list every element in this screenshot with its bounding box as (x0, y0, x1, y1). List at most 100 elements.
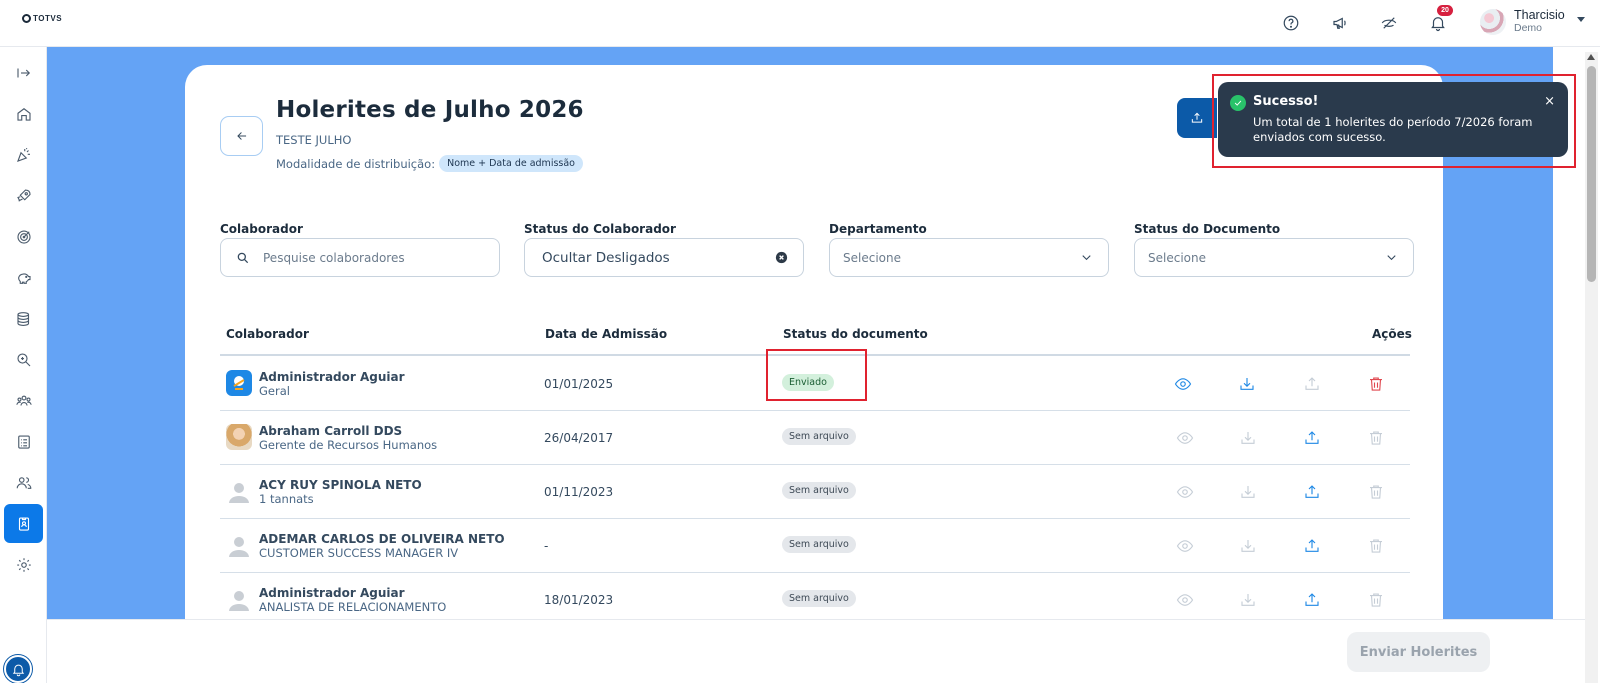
gear-icon[interactable] (4, 545, 43, 584)
toast-title: Sucesso! (1253, 94, 1319, 109)
piggy-bank-icon[interactable] (4, 258, 43, 297)
admission-date: 18/01/2023 (544, 593, 614, 607)
trash-icon[interactable] (1366, 590, 1386, 610)
company-avatar (226, 370, 252, 396)
highlight-enviado (766, 349, 867, 401)
checklist-icon[interactable] (4, 422, 43, 461)
upload-icon[interactable] (1302, 536, 1322, 556)
user-role: Demo (1514, 22, 1543, 34)
table-row: ADEMAR CARLOS DE OLIVEIRA NETO CUSTOMER … (220, 519, 1410, 572)
chat-help-icon[interactable] (4, 655, 32, 683)
avatar-placeholder-icon (226, 478, 252, 504)
collaborator-filter-label: Colaborador (220, 222, 303, 236)
back-button[interactable] (220, 116, 263, 156)
admission-date: - (544, 539, 549, 553)
totvs-logo[interactable]: TOTVS (22, 14, 62, 23)
view-icon[interactable] (1175, 590, 1195, 610)
bell-icon[interactable] (1428, 13, 1448, 33)
clear-icon[interactable] (774, 250, 789, 265)
document-status-select[interactable]: Selecione (1134, 238, 1414, 277)
download-icon[interactable] (1238, 428, 1258, 448)
upload-icon[interactable] (1302, 428, 1322, 448)
column-header-collaborator: Colaborador (226, 327, 309, 341)
collaborator-search-field[interactable]: Pesquise colaboradores (220, 238, 500, 277)
table-row: Abraham Carroll DDS Gerente de Recursos … (220, 411, 1410, 464)
megaphone-icon[interactable] (1330, 13, 1350, 33)
status-badge: Sem arquivo (782, 536, 856, 553)
trash-icon[interactable] (1366, 374, 1386, 394)
table-row: ACY RUY SPINOLA NETO 1 tannats 01/11/202… (220, 465, 1410, 518)
badge-icon[interactable] (4, 504, 43, 543)
download-icon[interactable] (1238, 590, 1258, 610)
expand-sidebar-icon[interactable] (4, 53, 43, 92)
chevron-down-icon (1082, 255, 1091, 261)
trash-icon[interactable] (1366, 536, 1386, 556)
scrollbar[interactable] (1585, 52, 1598, 683)
upload-icon (1191, 112, 1203, 123)
collaborator-role: CUSTOMER SUCCESS MANAGER IV (259, 546, 459, 560)
collaborator-name: ADEMAR CARLOS DE OLIVEIRA NETO (259, 532, 505, 546)
admission-date: 01/01/2025 (544, 377, 614, 391)
logo-ring-icon (22, 14, 31, 23)
team-icon[interactable] (4, 381, 43, 420)
people-icon[interactable] (4, 463, 43, 502)
collaborator-role: Gerente de Recursos Humanos (259, 438, 438, 452)
status-badge: Sem arquivo (782, 428, 856, 445)
chevron-down-icon (1387, 255, 1396, 261)
view-icon[interactable] (1175, 536, 1195, 556)
arrow-left-icon (236, 132, 246, 140)
view-icon[interactable] (1173, 374, 1193, 394)
close-icon[interactable]: × (1544, 94, 1555, 109)
upload-icon[interactable] (1302, 590, 1322, 610)
collaborator-status-value: Ocultar Desligados (542, 249, 670, 266)
document-status-label: Status do Documento (1134, 222, 1281, 236)
target-icon[interactable] (4, 217, 43, 256)
collaborator-photo (226, 424, 252, 450)
database-icon[interactable] (4, 299, 43, 338)
department-select[interactable]: Selecione (829, 238, 1109, 277)
trash-icon[interactable] (1366, 482, 1386, 502)
download-icon[interactable] (1238, 536, 1258, 556)
page-title: Holerites de Julho 2026 (276, 97, 584, 123)
upload-button[interactable] (1177, 98, 1217, 138)
view-icon[interactable] (1175, 428, 1195, 448)
search-placeholder: Pesquise colaboradores (263, 250, 405, 265)
view-icon[interactable] (1175, 482, 1195, 502)
zoom-search-icon[interactable] (4, 340, 43, 379)
collaborator-status-select[interactable]: Ocultar Desligados (524, 238, 804, 277)
collaborator-status-label: Status do Colaborador (524, 222, 676, 236)
eye-off-icon[interactable] (1379, 13, 1399, 33)
party-icon[interactable] (4, 135, 43, 174)
user-name: Tharcisio (1514, 8, 1565, 22)
avatar-placeholder-icon (226, 586, 252, 612)
trash-icon[interactable] (1366, 428, 1386, 448)
scroll-thumb[interactable] (1587, 66, 1596, 282)
toast-message: Um total de 1 holerites do período 7/202… (1253, 115, 1533, 144)
collaborator-name: ACY RUY SPINOLA NETO (259, 478, 422, 492)
notification-badge: 20 (1437, 5, 1453, 16)
collaborator-name: Administrador Aguiar (259, 586, 405, 600)
collaborator-role: Geral (259, 384, 290, 398)
column-header-actions: Ações (1372, 327, 1412, 341)
user-menu[interactable]: Tharcisio Demo (1480, 9, 1585, 35)
send-payslips-button[interactable]: Enviar Holerites (1347, 632, 1490, 672)
home-icon[interactable] (4, 94, 43, 133)
caret-down-icon (1576, 16, 1585, 22)
rocket-icon[interactable] (4, 176, 43, 215)
column-header-doc-status: Status do documento (783, 327, 928, 341)
help-icon[interactable] (1281, 13, 1301, 33)
upload-icon[interactable] (1302, 482, 1322, 502)
success-check-icon (1230, 95, 1246, 111)
download-icon[interactable] (1238, 482, 1258, 502)
modality-chip: Nome + Data de admissão (439, 155, 583, 172)
admission-date: 01/11/2023 (544, 485, 614, 499)
department-label: Departamento (829, 222, 927, 236)
sidebar (0, 47, 47, 683)
scroll-up-icon[interactable] (1587, 54, 1595, 60)
user-avatar (1480, 9, 1506, 35)
avatar-placeholder-icon (226, 532, 252, 558)
upload-icon[interactable] (1302, 374, 1322, 394)
column-header-admission: Data de Admissão (545, 327, 668, 341)
download-icon[interactable] (1237, 374, 1257, 394)
page-subtitle: TESTE JULHO (276, 133, 352, 147)
